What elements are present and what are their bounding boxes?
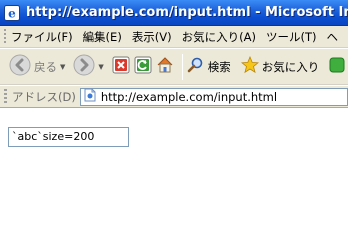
menu-grip[interactable] <box>4 28 6 45</box>
menu-file[interactable]: ファイル(F) <box>11 29 73 45</box>
favorites-label: お気に入り <box>261 59 320 74</box>
text-input[interactable]: `abc`size=200 <box>8 127 129 147</box>
search-button[interactable]: 検索 <box>187 56 231 77</box>
forward-dropdown-icon[interactable]: ▼ <box>98 63 103 71</box>
star-icon <box>240 55 259 77</box>
favorites-button[interactable]: お気に入り <box>240 55 320 77</box>
back-arrow-icon <box>9 54 31 79</box>
stop-button[interactable] <box>112 56 130 77</box>
toolbar-separator <box>181 53 183 80</box>
menu-help[interactable]: ヘ <box>327 29 339 45</box>
menu-tools[interactable]: ツール(T) <box>266 29 317 45</box>
address-bar: アドレス(D) http://example.com/input.html <box>0 86 348 108</box>
toolbar: 戻る ▼ ▼ 検索 お気に入り <box>0 49 348 85</box>
menu-edit[interactable]: 編集(E) <box>83 29 122 45</box>
address-label: アドレス(D) <box>12 89 76 104</box>
menu-favorites[interactable]: お気に入り(A) <box>182 29 256 45</box>
search-icon <box>187 56 205 77</box>
back-dropdown-icon[interactable]: ▼ <box>60 63 65 71</box>
page-icon <box>83 88 97 105</box>
media-button[interactable] <box>329 56 345 77</box>
refresh-button[interactable] <box>134 56 152 77</box>
menu-view[interactable]: 表示(V) <box>132 29 172 45</box>
refresh-icon <box>134 56 152 77</box>
media-icon <box>329 56 345 77</box>
title-bar: e http://example.com/input.html - Micros… <box>0 0 348 26</box>
stop-icon <box>112 56 130 77</box>
address-grip[interactable] <box>4 88 7 105</box>
back-label: 戻る <box>34 59 57 74</box>
forward-button[interactable]: ▼ <box>73 54 107 79</box>
address-input[interactable]: http://example.com/input.html <box>79 87 348 106</box>
window-title: http://example.com/input.html - Microsof… <box>26 5 348 20</box>
internet-explorer-icon: e <box>4 4 20 21</box>
back-button[interactable]: 戻る ▼ <box>9 54 69 79</box>
forward-arrow-icon <box>73 54 95 79</box>
home-icon <box>156 56 174 77</box>
page-content: `abc`size=200 <box>0 109 348 203</box>
svg-text:e: e <box>8 6 16 20</box>
search-label: 検索 <box>207 59 231 74</box>
menu-bar: ファイル(F) 編集(E) 表示(V) お気に入り(A) ツール(T) ヘ <box>0 26 348 48</box>
home-button[interactable] <box>156 56 174 77</box>
address-url: http://example.com/input.html <box>100 89 278 104</box>
